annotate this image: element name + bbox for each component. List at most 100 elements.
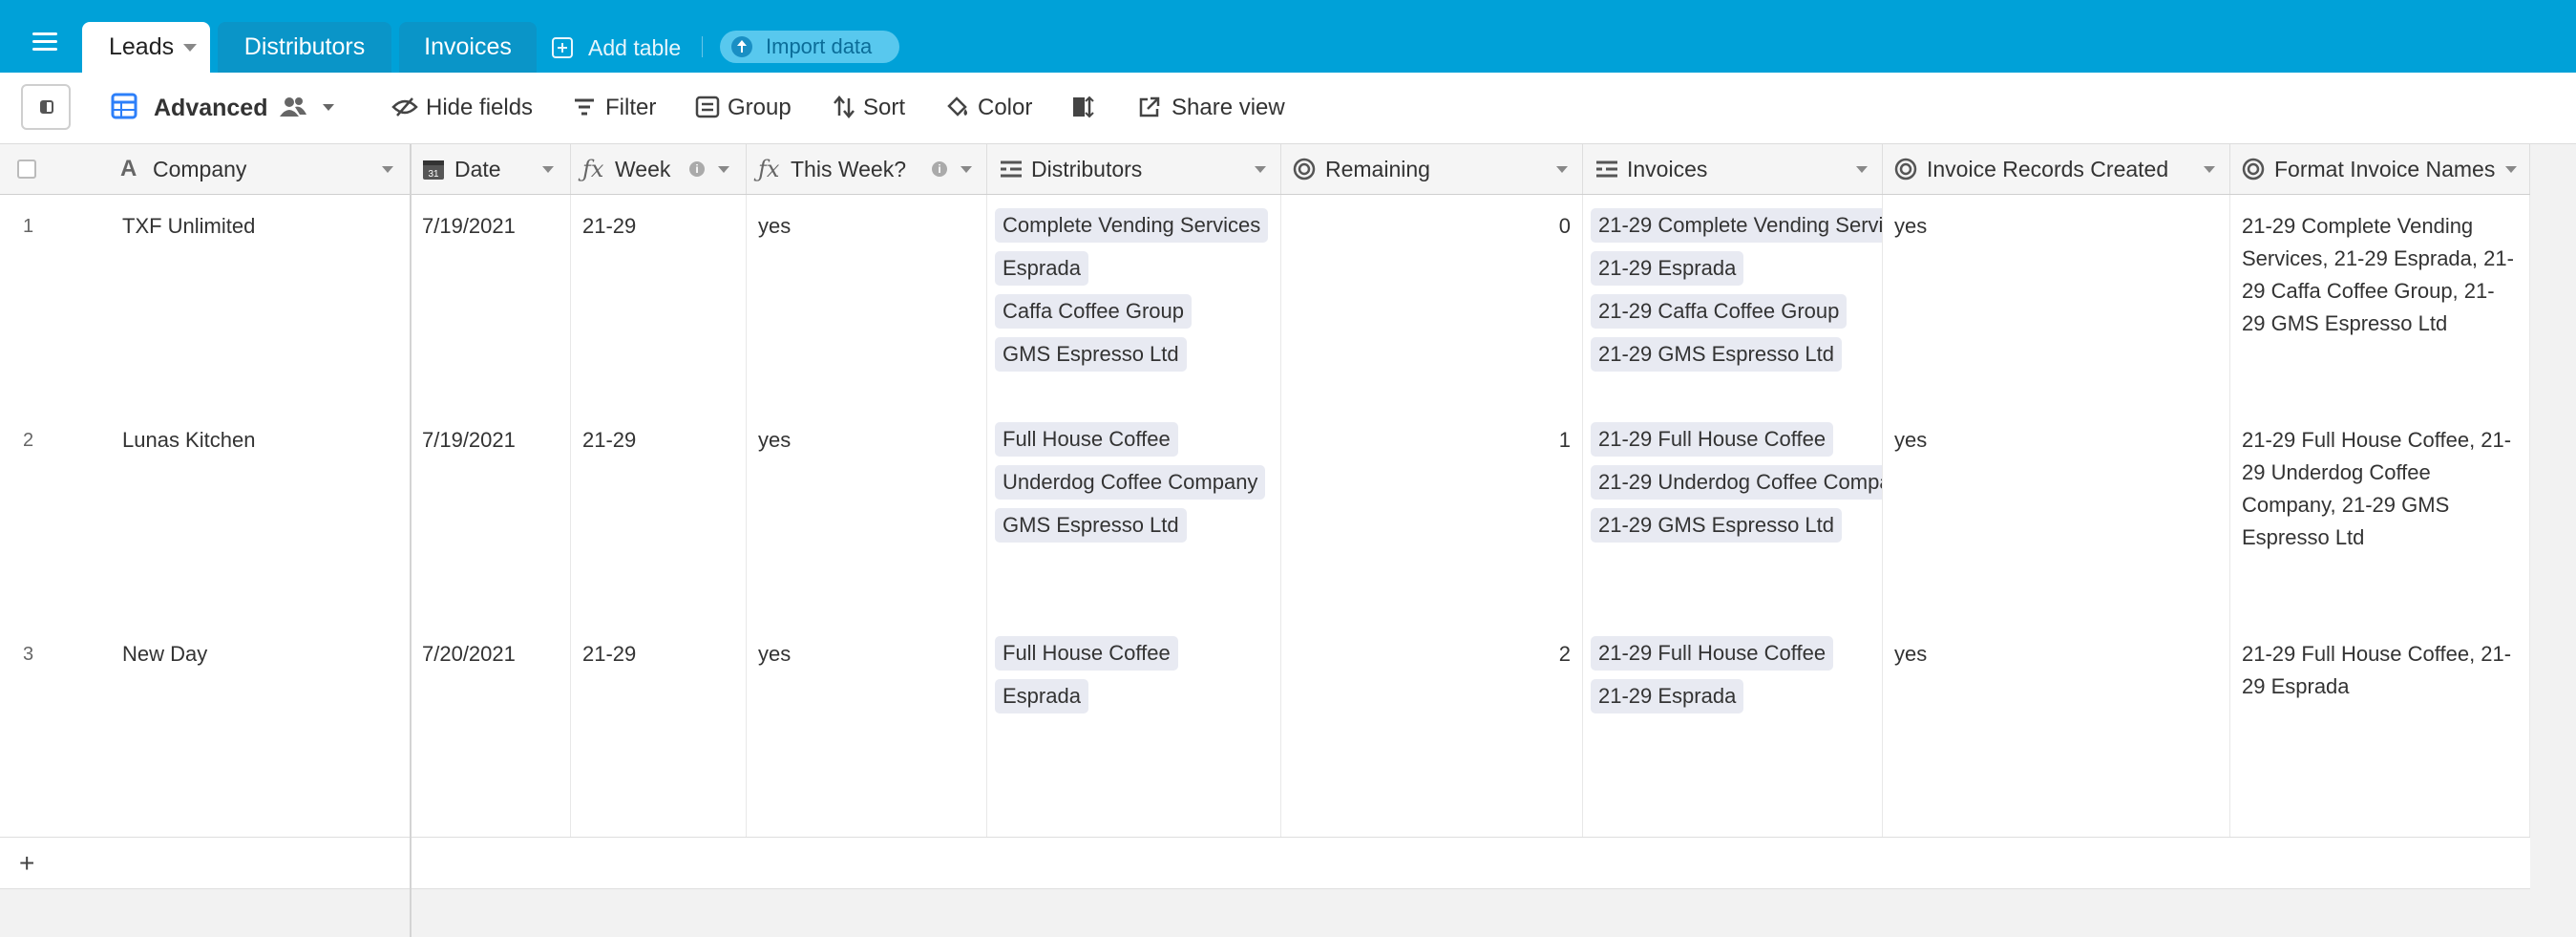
cell-invoices[interactable]: 21-29 Full House Coffee 21-29 Esprada: [1583, 623, 1883, 837]
view-switcher[interactable]: Advanced: [111, 73, 340, 143]
collaborators-icon: [280, 97, 306, 117]
cell-week[interactable]: 21-29: [571, 623, 747, 837]
linked-record-chip[interactable]: Esprada: [995, 251, 1088, 286]
cell-format-invoice-names[interactable]: 21-29 Full House Coffee, 21-29 Esprada: [2230, 623, 2530, 837]
cell-invoice-records-created[interactable]: yes: [1883, 195, 2230, 409]
linked-record-chip[interactable]: Esprada: [995, 679, 1088, 713]
tab-leads[interactable]: Leads: [82, 22, 210, 73]
linked-record-chip[interactable]: 21-29 Underdog Coffee Company: [1591, 465, 1882, 500]
format-invoice-value: 21-29 Full House Coffee, 21-29 Underdog …: [2242, 428, 2512, 549]
linked-record-chip[interactable]: Underdog Coffee Company: [995, 465, 1266, 500]
column-header-invoices[interactable]: Invoices: [1583, 144, 1883, 194]
chevron-down-icon[interactable]: [2505, 166, 2517, 173]
cell-date[interactable]: 7/19/2021: [411, 409, 571, 623]
linked-record-chip[interactable]: 21-29 Esprada: [1591, 251, 1744, 286]
sort-icon: [834, 96, 855, 118]
tab-label: Invoices: [424, 33, 512, 60]
frozen-column-divider[interactable]: [410, 144, 412, 937]
sort-label: Sort: [863, 95, 906, 120]
share-icon: [1139, 96, 1160, 117]
linked-record-chip[interactable]: GMS Espresso Ltd: [995, 337, 1187, 372]
chevron-down-icon[interactable]: [718, 166, 729, 173]
cell-company[interactable]: Lunas Kitchen: [107, 409, 411, 623]
column-header-date[interactable]: 31 Date: [411, 144, 571, 194]
linked-record-chip[interactable]: GMS Espresso Ltd: [995, 508, 1187, 543]
cell-week[interactable]: 21-29: [571, 195, 747, 409]
formula-icon: ƒx: [582, 156, 604, 182]
table-row[interactable]: 3 New Day 7/20/2021 21-29 yes Full House…: [0, 623, 2530, 838]
column-header-this-week[interactable]: ƒx This Week? i: [747, 144, 987, 194]
linked-record-chip[interactable]: 21-29 Esprada: [1591, 679, 1744, 713]
chevron-down-icon[interactable]: [382, 166, 393, 173]
cell-company[interactable]: TXF Unlimited: [107, 195, 411, 409]
cell-remaining[interactable]: 2: [1281, 623, 1583, 837]
cell-date[interactable]: 7/20/2021: [411, 623, 571, 837]
chevron-down-icon[interactable]: [1255, 166, 1266, 173]
grid-header: A Company 31 Date ƒx Week i ƒx This Week…: [0, 144, 2530, 195]
info-icon[interactable]: i: [932, 161, 947, 177]
table-row[interactable]: 2 Lunas Kitchen 7/19/2021 21-29 yes Full…: [0, 409, 2530, 624]
cell-distributors[interactable]: Complete Vending Services Esprada Caffa …: [987, 195, 1281, 409]
chevron-down-icon[interactable]: [1856, 166, 1868, 173]
column-header-week[interactable]: ƒx Week i: [571, 144, 747, 194]
chevron-down-icon[interactable]: [1556, 166, 1568, 173]
tab-invoices[interactable]: Invoices: [399, 22, 537, 73]
cell-invoice-records-created[interactable]: yes: [1883, 409, 2230, 623]
linked-record-chip[interactable]: 21-29 Caffa Coffee Group: [1591, 294, 1848, 329]
column-header-company[interactable]: A Company: [107, 144, 411, 194]
view-toolbar: Advanced Hide fields Filter Group Sort C…: [0, 73, 2576, 144]
cell-invoices[interactable]: 21-29 Complete Vending Services 21-29 Es…: [1583, 195, 1883, 409]
app-topbar: Leads Distributors Invoices Add table Im…: [0, 0, 2576, 73]
column-header-distributors[interactable]: Distributors: [987, 144, 1281, 194]
cell-distributors[interactable]: Full House Coffee Underdog Coffee Compan…: [987, 409, 1281, 623]
chevron-down-icon[interactable]: [542, 166, 554, 173]
cell-week[interactable]: 21-29: [571, 409, 747, 623]
row-number: 3: [23, 644, 34, 665]
row-height-button[interactable]: [1071, 73, 1096, 143]
linked-record-chip[interactable]: Full House Coffee: [995, 636, 1178, 671]
cell-remaining[interactable]: 0: [1281, 195, 1583, 409]
linked-record-chip[interactable]: Caffa Coffee Group: [995, 294, 1192, 329]
linked-record-chip[interactable]: 21-29 Full House Coffee: [1591, 422, 1834, 457]
menu-icon[interactable]: [32, 32, 57, 52]
linked-record-chip[interactable]: 21-29 GMS Espresso Ltd: [1591, 508, 1843, 543]
cell-date[interactable]: 7/19/2021: [411, 195, 571, 409]
select-all-checkbox[interactable]: [17, 160, 36, 179]
table-row[interactable]: 1 TXF Unlimited 7/19/2021 21-29 yes Comp…: [0, 195, 2530, 410]
cell-company[interactable]: New Day: [107, 623, 411, 837]
cell-format-invoice-names[interactable]: 21-29 Full House Coffee, 21-29 Underdog …: [2230, 409, 2530, 623]
chevron-down-icon[interactable]: [961, 166, 972, 173]
cell-remaining[interactable]: 1: [1281, 409, 1583, 623]
linked-record-chip[interactable]: Complete Vending Services: [995, 208, 1269, 243]
text-field-icon: A: [120, 156, 137, 181]
linked-record-chip[interactable]: Full House Coffee: [995, 422, 1178, 457]
linked-record-chip[interactable]: 21-29 Full House Coffee: [1591, 636, 1834, 671]
invoice-records-value: yes: [1894, 642, 1928, 666]
view-name: Advanced: [154, 95, 268, 121]
cell-this-week[interactable]: yes: [747, 409, 987, 623]
column-header-invoice-records-created[interactable]: Invoice Records Created: [1883, 144, 2230, 194]
add-row[interactable]: +: [0, 838, 2530, 889]
cell-invoices[interactable]: 21-29 Full House Coffee 21-29 Underdog C…: [1583, 409, 1883, 623]
week-value: 21-29: [582, 428, 637, 452]
company-value: TXF Unlimited: [122, 214, 256, 238]
cell-invoice-records-created[interactable]: yes: [1883, 623, 2230, 837]
cell-format-invoice-names[interactable]: 21-29 Complete Vending Services, 21-29 E…: [2230, 195, 2530, 409]
cell-this-week[interactable]: yes: [747, 623, 987, 837]
linked-record-chip[interactable]: 21-29 GMS Espresso Ltd: [1591, 337, 1843, 372]
tab-distributors[interactable]: Distributors: [218, 22, 391, 73]
column-header-remaining[interactable]: Remaining: [1281, 144, 1583, 194]
add-record-button[interactable]: +: [19, 838, 34, 888]
this-week-value: yes: [758, 642, 792, 666]
sidebar-icon: [40, 100, 53, 114]
cell-this-week[interactable]: yes: [747, 195, 987, 409]
row-number: 2: [23, 430, 34, 451]
info-icon[interactable]: i: [689, 161, 705, 177]
linked-record-chip[interactable]: 21-29 Complete Vending Services: [1591, 208, 1882, 243]
sidebar-toggle-button[interactable]: [21, 84, 71, 130]
chevron-down-icon[interactable]: [183, 44, 197, 52]
cell-distributors[interactable]: Full House Coffee Esprada: [987, 623, 1281, 837]
import-data-button[interactable]: Import data: [720, 31, 899, 63]
chevron-down-icon[interactable]: [2204, 166, 2215, 173]
column-header-format-invoice-names[interactable]: Format Invoice Names: [2230, 144, 2530, 194]
